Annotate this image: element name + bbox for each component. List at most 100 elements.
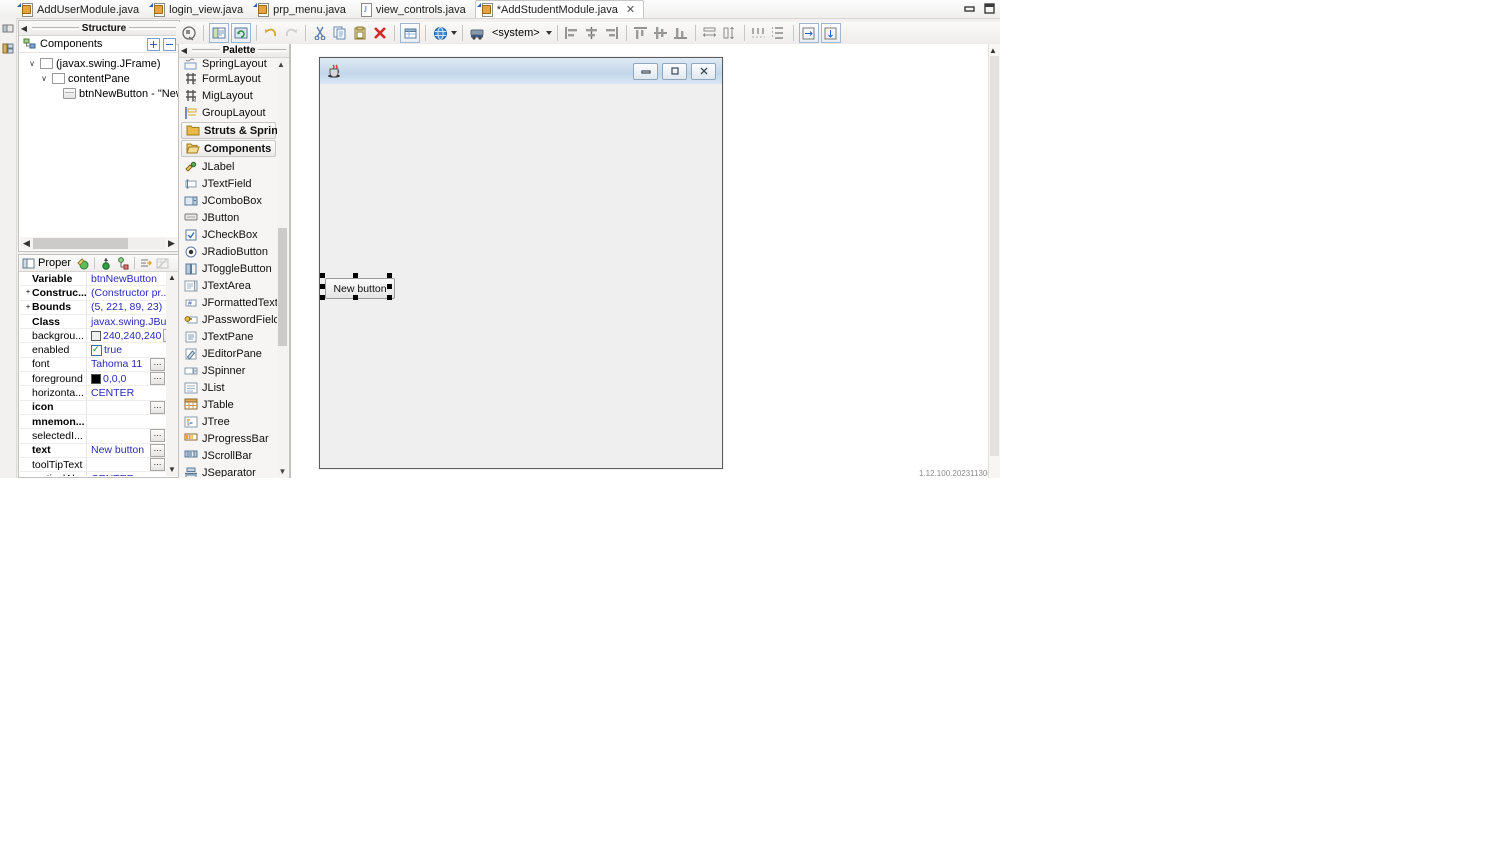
palette-item-jtable[interactable]: JTable bbox=[180, 396, 277, 413]
palette-item-grouplayout[interactable]: GroupLayout bbox=[180, 104, 277, 121]
palette-item-jtextpane[interactable]: JTextPane bbox=[180, 328, 277, 345]
palette-category-struts-springs[interactable]: Struts & Springs bbox=[181, 122, 277, 139]
tree-item-btnnewbutton[interactable]: btnNewButton - "New bbox=[23, 86, 184, 101]
property-row[interactable]: + Bounds (5, 221, 89, 23) bbox=[20, 300, 166, 315]
property-row[interactable]: verticalAl... CENTER bbox=[20, 472, 166, 476]
resize-handle-s[interactable] bbox=[353, 295, 358, 300]
show-events-icon[interactable] bbox=[76, 257, 89, 270]
jframe-maximize-icon[interactable] bbox=[662, 62, 687, 80]
scrollbar-thumb[interactable] bbox=[278, 228, 287, 346]
align-right-icon[interactable] bbox=[603, 24, 621, 42]
scrollbar-trough[interactable] bbox=[33, 238, 165, 249]
delete-icon[interactable] bbox=[371, 24, 389, 42]
scroll-up-icon[interactable]: ▲ bbox=[277, 60, 285, 69]
property-row[interactable]: selectedI... ⋯ bbox=[20, 429, 166, 444]
property-row[interactable]: toolTipText ⋯ bbox=[20, 457, 166, 473]
switch-source-icon[interactable] bbox=[209, 23, 229, 43]
palette-item-jeditorpane[interactable]: JEditorPane bbox=[180, 345, 277, 362]
property-row[interactable]: horizonta... CENTER bbox=[20, 386, 166, 401]
space-horizontally-icon[interactable] bbox=[750, 24, 768, 42]
palette-item-miglayout[interactable]: M MigLayout bbox=[180, 87, 277, 104]
space-vertically-icon[interactable] bbox=[770, 24, 788, 42]
minimize-icon[interactable] bbox=[962, 1, 976, 15]
designed-jframe[interactable]: New button bbox=[319, 57, 723, 469]
scroll-right-icon[interactable]: ▶ bbox=[165, 238, 178, 249]
scroll-up-icon[interactable]: ▲ bbox=[168, 272, 176, 284]
property-editor-button[interactable]: ⋯ bbox=[150, 443, 165, 457]
palette-item-jbutton[interactable]: JButton bbox=[180, 209, 277, 226]
show-advanced-icon[interactable] bbox=[116, 256, 129, 270]
restore-default-icon[interactable] bbox=[140, 257, 153, 270]
row-expander[interactable]: + bbox=[24, 304, 32, 311]
palette-item-jspinner[interactable]: JSpinner bbox=[180, 362, 277, 379]
palette-item-jcheckbox[interactable]: JCheckBox bbox=[180, 226, 277, 243]
palette-item-jlabel[interactable]: JLabel bbox=[180, 158, 277, 175]
property-row[interactable]: mnemon... bbox=[20, 414, 166, 430]
palette-item-jtree[interactable]: JTree bbox=[180, 413, 277, 430]
enabled-checkbox[interactable] bbox=[91, 344, 102, 356]
paste-icon[interactable] bbox=[351, 24, 369, 42]
palette-vertical-scrollbar[interactable]: ▲ ▼ bbox=[277, 58, 288, 477]
jframe-titlebar[interactable] bbox=[320, 58, 722, 85]
resize-handle-sw[interactable] bbox=[320, 295, 325, 300]
resize-handle-w[interactable] bbox=[320, 284, 325, 289]
expand-all-icon[interactable] bbox=[147, 38, 160, 51]
palette-item-jtextfield[interactable]: JTextField bbox=[180, 175, 277, 192]
scroll-down-icon[interactable]: ▼ bbox=[168, 464, 176, 476]
resize-handle-ne[interactable] bbox=[387, 273, 392, 278]
palette-item-jcombobox[interactable]: JComboBox bbox=[180, 192, 277, 209]
package-explorer-icon[interactable] bbox=[2, 42, 14, 54]
align-bottom-icon[interactable] bbox=[672, 24, 690, 42]
palette-item-jlist[interactable]: JList bbox=[180, 379, 277, 396]
scroll-left-icon[interactable]: ◀ bbox=[20, 238, 33, 249]
perspective-icon[interactable] bbox=[2, 22, 14, 34]
palette-item-jtextarea[interactable]: JTextArea bbox=[180, 277, 277, 294]
property-row-text-selected[interactable]: text New button ⋯ bbox=[20, 443, 166, 458]
close-icon[interactable]: ✕ bbox=[626, 3, 635, 16]
canvas-vertical-scrollbar[interactable]: ▲ bbox=[988, 44, 1000, 478]
copy-icon[interactable] bbox=[331, 24, 349, 42]
property-editor-button[interactable]: ⋯ bbox=[150, 400, 165, 414]
globe-icon[interactable] bbox=[431, 24, 449, 42]
resize-handle-e[interactable] bbox=[387, 284, 392, 289]
property-row[interactable]: Variable btnNewButton bbox=[20, 272, 166, 287]
palette-item-jscrollbar[interactable]: JScrollBar bbox=[180, 447, 277, 464]
scrollbar-thumb[interactable] bbox=[990, 56, 999, 456]
properties-vertical-scrollbar[interactable]: ▲ ▼ bbox=[166, 272, 178, 476]
editor-tab-1[interactable]: login_view.java bbox=[148, 1, 252, 18]
goto-definition-icon[interactable] bbox=[100, 257, 113, 270]
chevron-left-icon[interactable]: ◀ bbox=[19, 24, 29, 33]
property-row[interactable]: backgrou... 240,240,240 ⋯ bbox=[20, 329, 166, 344]
property-editor-button[interactable]: ⋯ bbox=[150, 458, 165, 471]
content-pane[interactable]: New button bbox=[320, 84, 722, 468]
locale-dropdown-caret-icon[interactable] bbox=[545, 31, 552, 35]
align-top-icon[interactable] bbox=[632, 24, 650, 42]
palette-item-formlayout[interactable]: F FormLayout bbox=[180, 70, 277, 87]
property-editor-button[interactable]: ⋯ bbox=[150, 357, 165, 371]
undo-icon[interactable] bbox=[262, 24, 280, 42]
design-canvas[interactable]: New button 1.12.100.202311300512 ▲ bbox=[290, 44, 1000, 478]
editor-tab-4-active[interactable]: *AddStudentModule.java ✕ bbox=[474, 0, 645, 18]
palette-category-components[interactable]: Components bbox=[181, 140, 276, 157]
palette-item-jtogglebutton[interactable]: JToggleButton bbox=[180, 260, 277, 277]
property-editor-button[interactable]: ⋯ bbox=[150, 429, 165, 443]
cut-icon[interactable] bbox=[311, 24, 329, 42]
resize-handle-se[interactable] bbox=[387, 295, 392, 300]
locale-icon[interactable] bbox=[468, 24, 486, 42]
same-width-icon[interactable] bbox=[701, 24, 719, 42]
align-middle-vertical-icon[interactable] bbox=[652, 24, 670, 42]
test-preview-icon[interactable] bbox=[180, 24, 198, 42]
tree-item-jframe[interactable]: ∨ (javax.swing.JFrame) bbox=[23, 56, 179, 71]
palette-item-jprogressbar[interactable]: JProgressBar bbox=[180, 430, 277, 447]
collapse-all-icon[interactable] bbox=[163, 38, 176, 51]
property-row[interactable]: Class javax.swing.JBu... bbox=[20, 314, 166, 330]
editor-tab-2[interactable]: prp_menu.java bbox=[252, 1, 355, 18]
jframe-minimize-icon[interactable] bbox=[633, 62, 658, 80]
palette-item-jseparator[interactable]: JSeparator bbox=[180, 464, 277, 477]
row-expander[interactable]: + bbox=[24, 289, 32, 296]
editor-tab-3[interactable]: J view_controls.java bbox=[355, 1, 475, 18]
palette-item-jformattedtextfield[interactable]: # JFormattedTextFi... bbox=[180, 294, 277, 311]
align-left-icon[interactable] bbox=[563, 24, 581, 42]
no-properties-icon[interactable] bbox=[156, 257, 169, 270]
property-value[interactable]: New button bbox=[91, 444, 144, 456]
